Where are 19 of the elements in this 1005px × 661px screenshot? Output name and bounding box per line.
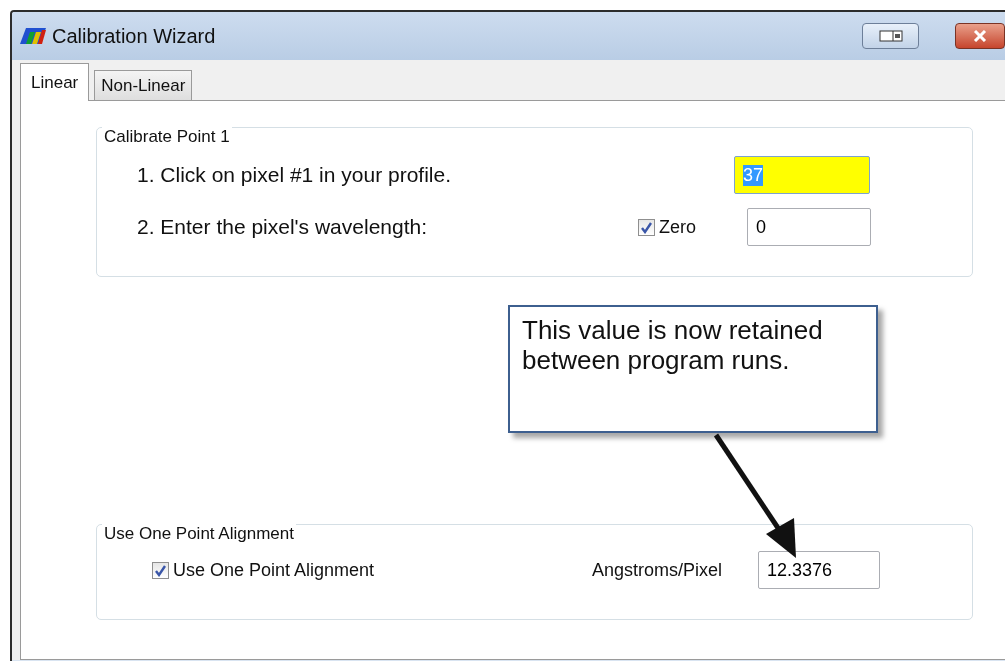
checkbox-label: Use One Point Alignment	[173, 559, 375, 581]
callout-note: This value is now retained between program runs.	[508, 305, 878, 433]
window-panes-icon	[878, 30, 903, 42]
checkbox[interactable]	[152, 561, 169, 579]
instruction-text: 2. Enter the pixel's wavelength:	[137, 215, 428, 239]
tab[interactable]: Linear	[20, 63, 90, 101]
field-label: Angstroms/Pixel	[592, 559, 724, 581]
tab[interactable]: Non-Linear	[94, 70, 193, 100]
input-field[interactable]: 0	[747, 208, 871, 246]
restore-button[interactable]	[862, 23, 919, 49]
app-logo-icon	[20, 28, 46, 44]
group-title: Use One Point Alignment	[102, 524, 296, 544]
close-icon	[973, 30, 987, 42]
checkbox-label: Zero	[659, 216, 696, 238]
window-title: Calibration Wizard	[52, 24, 216, 48]
instruction-text: 1. Click on pixel #1 in your profile.	[137, 163, 452, 187]
checkbox[interactable]	[638, 218, 655, 236]
close-button[interactable]	[955, 23, 1005, 49]
input-field[interactable]: 12.3376	[758, 551, 880, 589]
